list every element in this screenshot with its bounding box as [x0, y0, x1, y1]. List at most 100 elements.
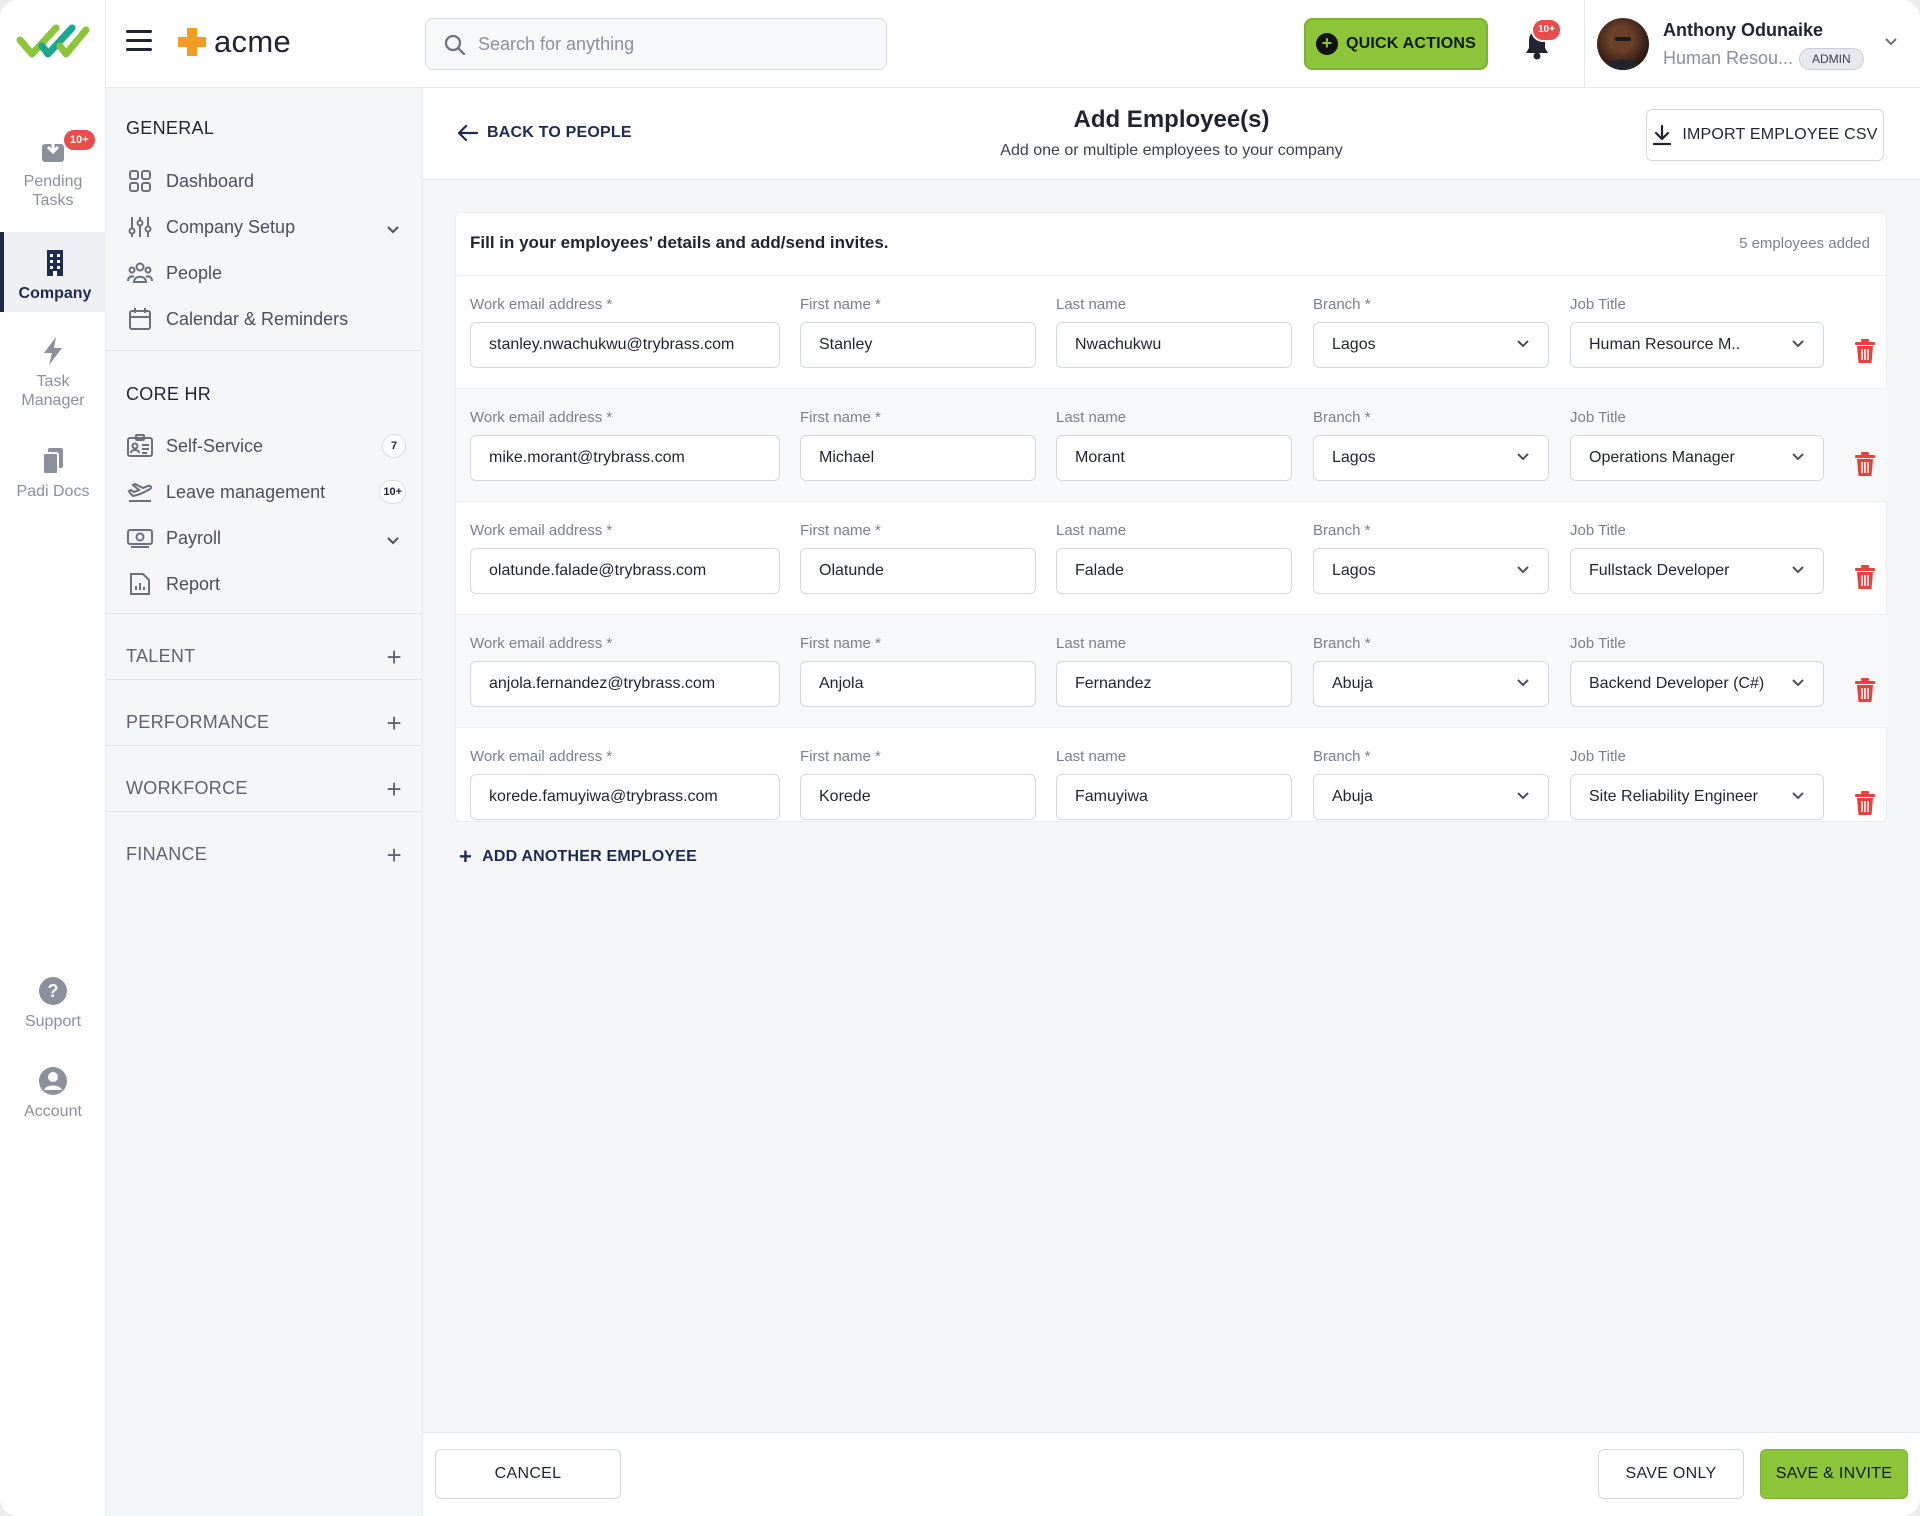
save-only-button[interactable]: SAVE ONLY: [1598, 1449, 1744, 1499]
field-label: Last name: [1056, 635, 1127, 652]
last-name-field-input[interactable]: [1075, 562, 1273, 580]
page-subtitle: Add one or multiple employees to your co…: [1000, 142, 1343, 159]
quick-actions-button[interactable]: + QUICK ACTIONS: [1304, 18, 1488, 70]
selected-value: Human Resource M..: [1589, 336, 1741, 353]
nav-section-finance[interactable]: FINANCE +: [126, 834, 416, 874]
work-email-field[interactable]: [470, 661, 780, 707]
search-input[interactable]: [478, 33, 886, 55]
work-email-field-input[interactable]: [489, 336, 761, 354]
rail-task-manager[interactable]: Task Manager: [0, 336, 106, 410]
first-name-field[interactable]: [800, 548, 1036, 594]
save-and-invite-button[interactable]: SAVE & INVITE: [1760, 1449, 1908, 1499]
first-name-field[interactable]: [800, 774, 1036, 820]
branch-select[interactable]: Lagos: [1313, 435, 1549, 481]
add-another-employee-button[interactable]: + ADD ANOTHER EMPLOYEE: [459, 844, 697, 870]
field-label: Branch *: [1313, 296, 1371, 313]
last-name-field[interactable]: [1056, 322, 1292, 368]
admin-badge: ADMIN: [1799, 48, 1864, 70]
app-logo[interactable]: [16, 18, 90, 64]
first-name-field-input[interactable]: [819, 449, 1017, 467]
last-name-field-input[interactable]: [1075, 788, 1273, 806]
global-search[interactable]: [425, 18, 887, 70]
field-label: Branch *: [1313, 748, 1371, 765]
avatar: [1597, 18, 1649, 70]
work-email-field[interactable]: [470, 548, 780, 594]
branch-select[interactable]: Abuja: [1313, 774, 1549, 820]
rail-label: Support: [24, 1013, 82, 1030]
chevron-down-icon: [1516, 562, 1530, 580]
branch-select[interactable]: Abuja: [1313, 661, 1549, 707]
trash-icon[interactable]: [1853, 790, 1877, 816]
branch-select[interactable]: Lagos: [1313, 322, 1549, 368]
nav-item-company-setup[interactable]: Company Setup: [126, 207, 416, 247]
plane-departure-icon: [126, 478, 154, 506]
nav-item-label: Dashboard: [166, 170, 255, 191]
job-title-select[interactable]: Backend Developer (C#): [1570, 661, 1824, 707]
first-name-field[interactable]: [800, 661, 1036, 707]
first-name-field-input[interactable]: [819, 562, 1017, 580]
last-name-field-input[interactable]: [1075, 449, 1273, 467]
selected-value: Site Reliability Engineer: [1589, 788, 1758, 805]
nav-divider: [106, 745, 423, 746]
last-name-field[interactable]: [1056, 548, 1292, 594]
id-card-icon: [126, 432, 154, 460]
nav-item-payroll[interactable]: Payroll: [126, 518, 416, 558]
grid-icon: [126, 167, 154, 195]
nav-item-leave-management[interactable]: Leave management 10+: [126, 472, 416, 512]
nav-item-calendar[interactable]: Calendar & Reminders: [126, 299, 416, 339]
job-title-select[interactable]: Fullstack Developer: [1570, 548, 1824, 594]
trash-icon[interactable]: [1853, 677, 1877, 703]
work-email-field-input[interactable]: [489, 788, 761, 806]
last-name-field-input[interactable]: [1075, 675, 1273, 693]
work-email-field-input[interactable]: [489, 675, 761, 693]
company-brand[interactable]: acme: [176, 22, 291, 62]
work-email-field[interactable]: [470, 322, 780, 368]
nav-item-label: Payroll: [166, 527, 222, 548]
acme-plus-logo-icon: [178, 28, 206, 56]
nav-item-dashboard[interactable]: Dashboard: [126, 161, 416, 201]
last-name-field[interactable]: [1056, 661, 1292, 707]
first-name-field[interactable]: [800, 435, 1036, 481]
trash-icon[interactable]: [1853, 451, 1877, 477]
trash-icon[interactable]: [1853, 564, 1877, 590]
import-csv-button[interactable]: IMPORT EMPLOYEE CSV: [1646, 109, 1884, 161]
quick-actions-label: QUICK ACTIONS: [1345, 35, 1476, 52]
last-name-field[interactable]: [1056, 435, 1292, 481]
cancel-button[interactable]: CANCEL: [435, 1449, 621, 1499]
nav-section-talent[interactable]: TALENT +: [126, 636, 416, 676]
user-menu[interactable]: Anthony Odunaike Human Resou... ADMIN: [1584, 0, 1920, 88]
save-only-label: SAVE ONLY: [1625, 1465, 1717, 1482]
last-name-field-input[interactable]: [1075, 336, 1273, 354]
nav-item-report[interactable]: Report: [126, 564, 416, 604]
rail-company[interactable]: Company: [0, 232, 106, 312]
job-title-select[interactable]: Operations Manager: [1570, 435, 1824, 481]
nav-section-performance[interactable]: PERFORMANCE +: [126, 702, 416, 742]
branch-select[interactable]: Lagos: [1313, 548, 1549, 594]
nav-item-self-service[interactable]: Self-Service 7: [126, 426, 416, 466]
rail-support[interactable]: ? Support: [0, 976, 106, 1031]
last-name-field[interactable]: [1056, 774, 1292, 820]
first-name-field-input[interactable]: [819, 788, 1017, 806]
menu-hamburger-icon[interactable]: [126, 30, 152, 52]
plus-icon: +: [386, 708, 402, 738]
chevron-down-icon: [1791, 449, 1805, 467]
work-email-field[interactable]: [470, 435, 780, 481]
rail-pending-tasks[interactable]: 10+ Pending Tasks: [0, 128, 106, 210]
first-name-field[interactable]: [800, 322, 1036, 368]
nav-section-workforce[interactable]: WORKFORCE +: [126, 768, 416, 808]
chevron-down-icon: [1791, 562, 1805, 580]
work-email-field[interactable]: [470, 774, 780, 820]
trash-icon[interactable]: [1853, 338, 1877, 364]
nav-item-people[interactable]: People: [126, 253, 416, 293]
first-name-field-input[interactable]: [819, 336, 1017, 354]
count-badge: 7: [382, 434, 406, 458]
nav-item-label: Calendar & Reminders: [166, 308, 349, 329]
job-title-select[interactable]: Site Reliability Engineer: [1570, 774, 1824, 820]
first-name-field-input[interactable]: [819, 675, 1017, 693]
user-role: Human Resou...: [1663, 48, 1794, 68]
work-email-field-input[interactable]: [489, 449, 761, 467]
rail-padi-docs[interactable]: Padi Docs: [0, 446, 106, 501]
rail-account[interactable]: Account: [0, 1066, 106, 1121]
work-email-field-input[interactable]: [489, 562, 761, 580]
job-title-select[interactable]: Human Resource M..: [1570, 322, 1824, 368]
